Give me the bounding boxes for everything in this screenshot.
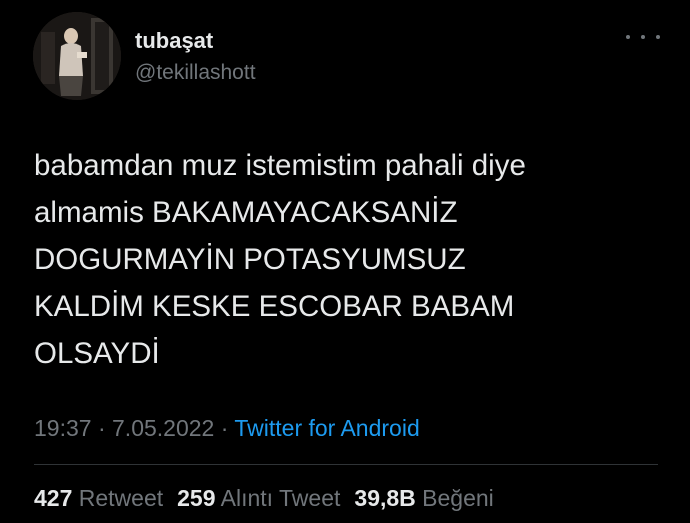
- avatar[interactable]: [33, 12, 121, 100]
- dot: [626, 35, 630, 39]
- separator: ·: [220, 415, 235, 441]
- user-handle[interactable]: @tekillashott: [135, 60, 256, 86]
- tweet-stats: 427 Retweet 259 Alıntı Tweet 39,8B Beğeni: [34, 483, 494, 513]
- separator: ·: [97, 415, 113, 441]
- dot: [641, 35, 645, 39]
- likes-count: 39,8B: [354, 485, 416, 511]
- tweet-date[interactable]: 7.05.2022: [112, 415, 214, 441]
- display-name[interactable]: tubaşat: [135, 28, 213, 54]
- quotes-stat[interactable]: 259 Alıntı Tweet: [177, 485, 340, 511]
- retweets-label: Retweet: [78, 485, 164, 511]
- tweet-text: babamdan muz istemistim pahali diye alma…: [34, 149, 526, 370]
- profile-photo: [33, 12, 121, 100]
- quotes-count: 259: [177, 485, 216, 511]
- divider: [34, 464, 658, 465]
- more-horizontal-icon[interactable]: [626, 27, 660, 47]
- likes-label: Beğeni: [422, 485, 494, 511]
- retweets-stat[interactable]: 427 Retweet: [34, 485, 163, 511]
- retweets-count: 427: [34, 485, 73, 511]
- dot: [656, 35, 660, 39]
- likes-stat[interactable]: 39,8B Beğeni: [354, 485, 493, 511]
- tweet-source[interactable]: Twitter for Android: [234, 415, 419, 441]
- tweet-meta: 19:37 · 7.05.2022 · Twitter for Android: [34, 413, 420, 443]
- quotes-label: Alıntı Tweet: [220, 485, 341, 511]
- tweet-time[interactable]: 19:37: [34, 415, 92, 441]
